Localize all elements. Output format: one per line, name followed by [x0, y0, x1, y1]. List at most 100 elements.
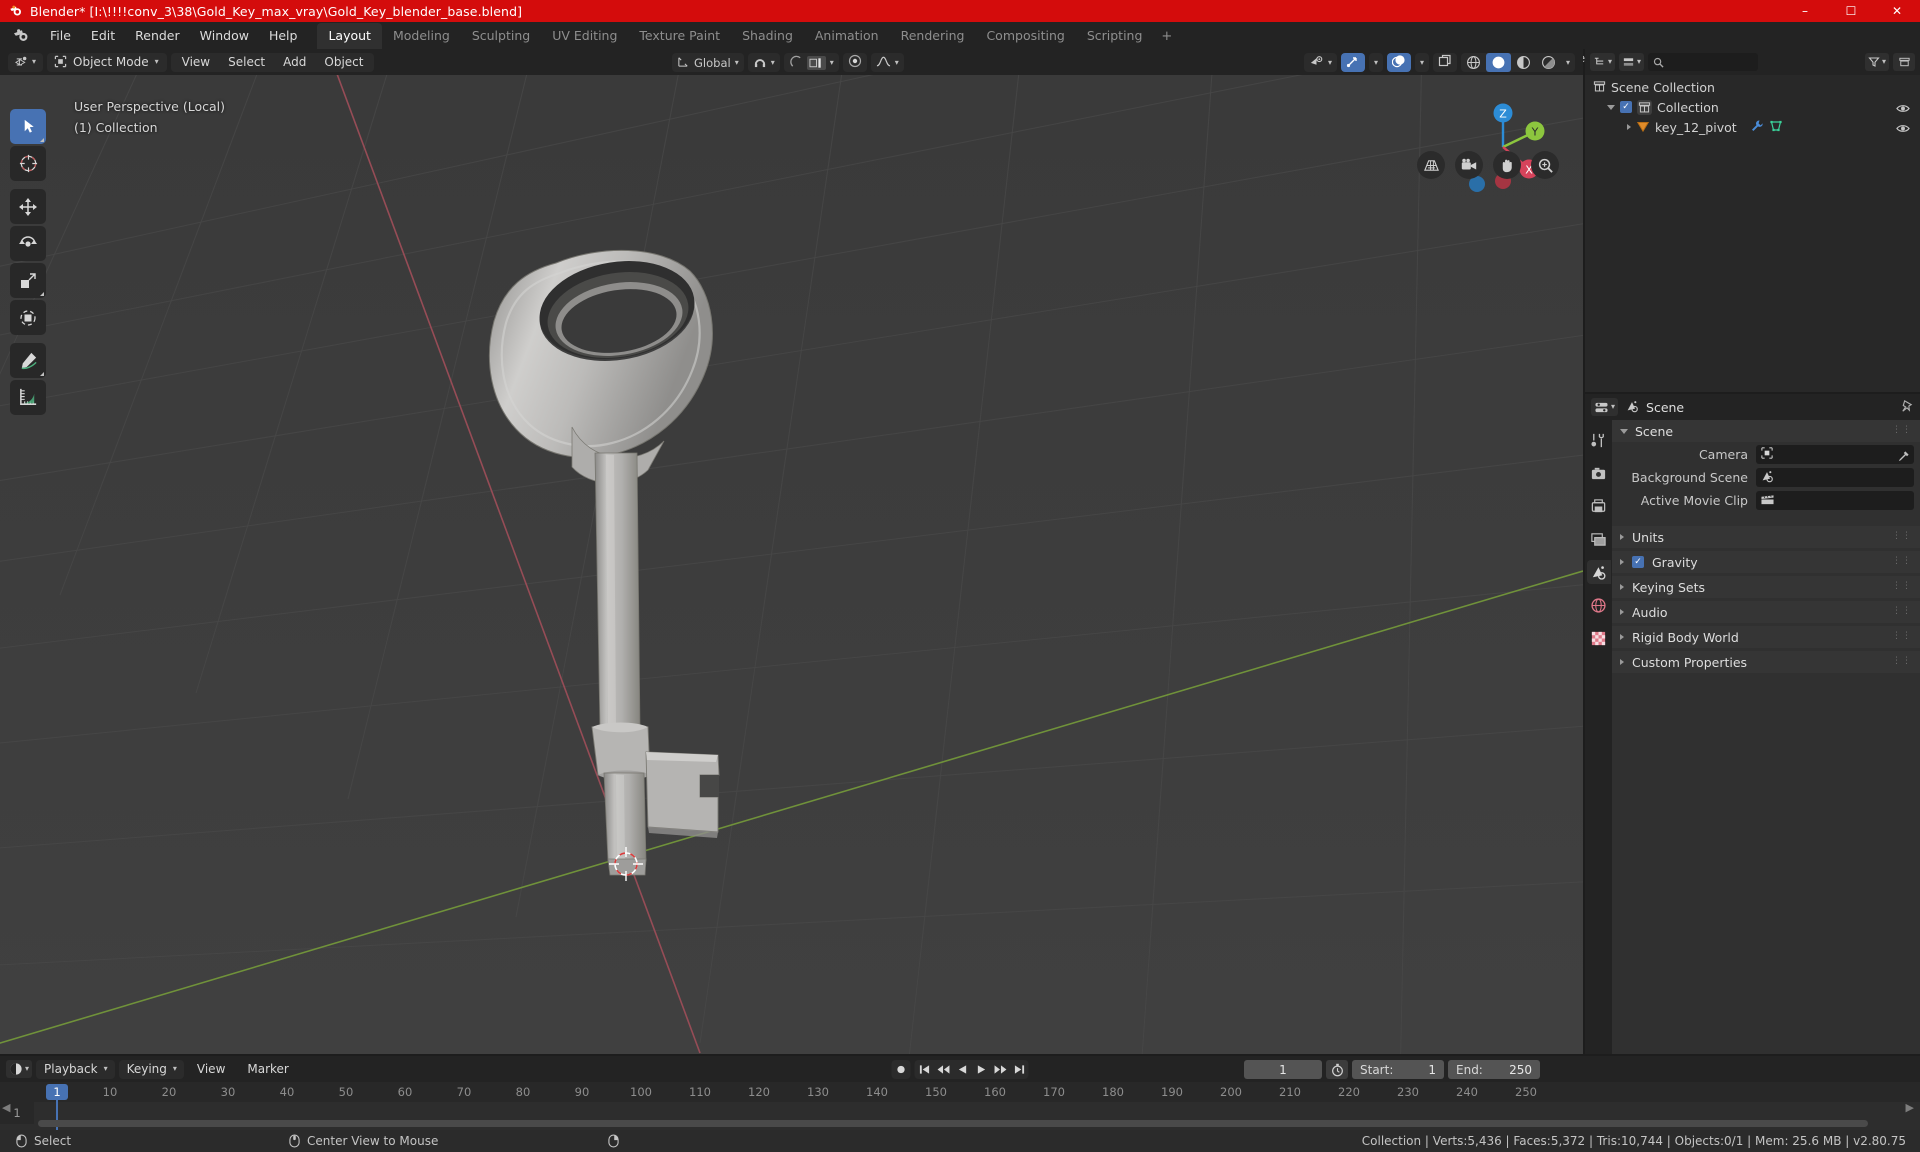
gravity-enable-checkbox[interactable]: ✓ — [1632, 556, 1644, 568]
playhead-marker[interactable]: 1 — [46, 1084, 68, 1100]
outliner-search-input[interactable] — [1648, 53, 1757, 71]
menu-window[interactable]: Window — [190, 25, 259, 46]
toggle-perspective-button[interactable] — [1417, 151, 1445, 179]
overlays-toggle[interactable] — [1387, 53, 1411, 72]
chevron-right-icon[interactable] — [1620, 634, 1624, 640]
tab-sculpting[interactable]: Sculpting — [461, 23, 541, 49]
properties-tab-output[interactable] — [1587, 494, 1611, 518]
jump-to-prev-keyframe-button[interactable] — [934, 1060, 953, 1079]
properties-tab-tool[interactable] — [1587, 428, 1611, 452]
mesh-data-icon[interactable] — [1769, 118, 1783, 137]
panel-header-scene[interactable]: Scene ⋮⋮ — [1612, 420, 1920, 442]
camera-view-button[interactable] — [1455, 151, 1483, 179]
properties-tab-scene[interactable] — [1587, 560, 1611, 584]
visibility-eye-icon[interactable] — [1896, 120, 1910, 139]
move-view-button[interactable] — [1493, 151, 1521, 179]
tab-uv-editing[interactable]: UV Editing — [541, 23, 628, 49]
timeline-menu-marker[interactable]: Marker — [238, 1060, 297, 1078]
tab-animation[interactable]: Animation — [804, 23, 890, 49]
tool-transform[interactable] — [10, 300, 46, 335]
timeline-editor[interactable]: ▾ Playback ▾ Keying ▾ View Marker — [0, 1056, 1920, 1130]
play-reverse-button[interactable] — [953, 1060, 972, 1079]
timeline-horizontal-scrollbar[interactable] — [38, 1120, 1868, 1127]
visibility-selector[interactable]: ▾ — [1304, 53, 1337, 72]
frame-end-field[interactable]: End: 250 — [1448, 1060, 1540, 1079]
blender-menu-icon[interactable] — [6, 28, 36, 43]
navigation-gizmo[interactable]: Z Y X — [1457, 101, 1549, 193]
snap-options[interactable]: ▾ — [784, 53, 839, 72]
outliner-editor[interactable]: ▾ ▾ ▾ — [1585, 49, 1920, 392]
chevron-right-icon[interactable] — [1620, 659, 1624, 665]
outliner-display-mode-button[interactable]: ▾ — [1619, 53, 1644, 71]
shading-rendered-icon[interactable] — [1536, 53, 1561, 72]
timeline-menu-playback[interactable]: Playback ▾ — [36, 1060, 115, 1079]
outliner-filter-button[interactable]: ▾ — [1865, 53, 1889, 71]
collection-enable-checkbox[interactable]: ✓ — [1620, 101, 1632, 113]
tab-modeling[interactable]: Modeling — [382, 23, 461, 49]
editor-type-selector[interactable]: ▾ — [8, 53, 43, 72]
jump-to-next-keyframe-button[interactable] — [991, 1060, 1010, 1079]
chevron-right-icon[interactable] — [1627, 124, 1631, 130]
viewport-canvas[interactable]: User Perspective (Local) (1) Collection — [0, 75, 1583, 1054]
tool-move[interactable] — [10, 189, 46, 224]
outliner-row-key-12-pivot[interactable]: key_12_pivot — [1585, 117, 1920, 137]
timeline-menu-view[interactable]: View — [188, 1060, 234, 1078]
tool-scale[interactable] — [10, 263, 46, 298]
properties-tab-render[interactable] — [1587, 461, 1611, 485]
chevron-right-icon[interactable] — [1620, 559, 1624, 565]
panel-drag-dots[interactable]: ⋮⋮ — [1892, 582, 1912, 591]
timeline-menu-keying[interactable]: Keying ▾ — [119, 1060, 184, 1079]
proportional-editing-toggle[interactable] — [843, 53, 867, 72]
transform-orientation-selector[interactable]: Global ▾ — [672, 53, 744, 72]
panel-drag-dots[interactable]: ⋮⋮ — [1892, 657, 1912, 666]
object-mode-selector[interactable]: Object Mode ▾ — [47, 53, 167, 72]
viewport-menu-object[interactable]: Object — [315, 53, 372, 71]
snapping-selector[interactable]: ▾ — [748, 53, 780, 72]
tab-layout[interactable]: Layout — [317, 23, 382, 49]
zoom-view-button[interactable] — [1531, 151, 1559, 179]
menu-file[interactable]: File — [40, 25, 81, 46]
active-movie-clip-field[interactable] — [1756, 491, 1914, 510]
panel-header-units[interactable]: Units ⋮⋮ — [1612, 526, 1920, 548]
panel-header-audio[interactable]: Audio ⋮⋮ — [1612, 601, 1920, 623]
tab-add-workspace[interactable]: + — [1153, 24, 1180, 49]
properties-editor-type-button[interactable]: ▾ — [1591, 398, 1618, 416]
close-button[interactable]: ✕ — [1874, 0, 1920, 22]
properties-tab-view-layer[interactable] — [1587, 527, 1611, 551]
viewport-menu-select[interactable]: Select — [219, 53, 274, 71]
chevron-right-icon[interactable] — [1620, 609, 1624, 615]
falloff-type-selector[interactable]: ▾ — [871, 53, 904, 72]
tab-compositing[interactable]: Compositing — [975, 23, 1075, 49]
timeline-editor-type-button[interactable]: ▾ — [6, 1060, 32, 1078]
panel-header-custom-properties[interactable]: Custom Properties ⋮⋮ — [1612, 651, 1920, 673]
gizmo-toggle[interactable] — [1341, 53, 1365, 72]
tool-cursor[interactable] — [10, 146, 46, 181]
chevron-down-icon[interactable] — [1607, 105, 1615, 110]
outliner-row-scene-collection[interactable]: Scene Collection — [1585, 77, 1920, 97]
panel-header-keying-sets[interactable]: Keying Sets ⋮⋮ — [1612, 576, 1920, 598]
eyedropper-icon[interactable] — [1897, 448, 1910, 467]
jump-to-start-button[interactable] — [915, 1060, 934, 1079]
chevron-right-icon[interactable] — [1620, 584, 1624, 590]
outliner-editor-type-button[interactable]: ▾ — [1590, 53, 1615, 71]
tool-annotate[interactable] — [10, 343, 46, 378]
properties-editor[interactable]: ▾ Scene — [1585, 394, 1920, 1054]
panel-drag-dots[interactable]: ⋮⋮ — [1892, 607, 1912, 616]
properties-tab-world[interactable] — [1587, 593, 1611, 617]
properties-tab-texture[interactable] — [1587, 626, 1611, 650]
xray-toggle[interactable] — [1433, 53, 1457, 72]
tab-texture-paint[interactable]: Texture Paint — [628, 23, 731, 49]
panel-header-gravity[interactable]: ✓ Gravity ⋮⋮ — [1612, 551, 1920, 573]
viewport-menu-add[interactable]: Add — [274, 53, 315, 71]
tool-rotate[interactable] — [10, 226, 46, 261]
menu-help[interactable]: Help — [259, 25, 308, 46]
panel-drag-dots[interactable]: ⋮⋮ — [1892, 426, 1912, 435]
chevron-down-icon[interactable] — [1620, 429, 1628, 434]
jump-to-end-button[interactable] — [1010, 1060, 1029, 1079]
play-button[interactable] — [972, 1060, 991, 1079]
tool-measure[interactable] — [10, 380, 46, 415]
current-frame-field[interactable]: 1 — [1244, 1060, 1322, 1079]
modifier-wrench-icon[interactable] — [1750, 118, 1764, 137]
viewport-3d[interactable]: ▾ Object Mode ▾ View Select Add Object — [0, 49, 1583, 1054]
tab-shading[interactable]: Shading — [731, 23, 804, 49]
